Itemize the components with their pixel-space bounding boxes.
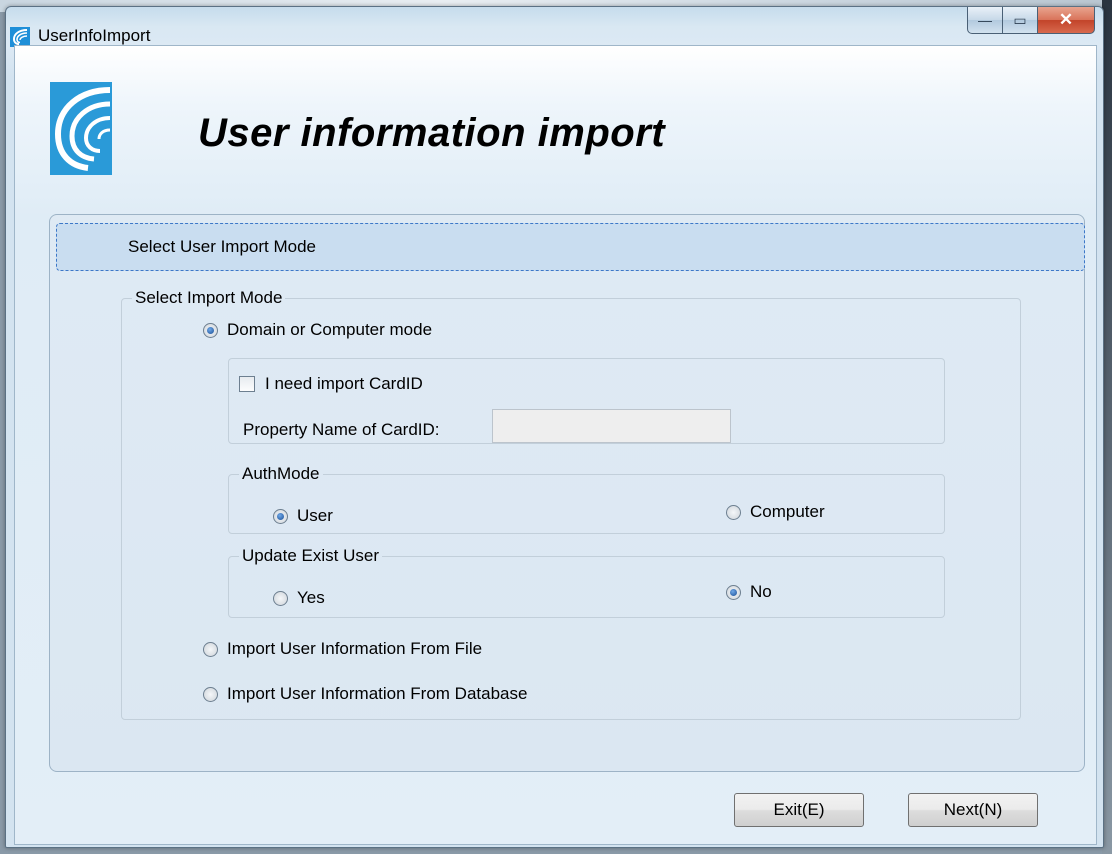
minimize-icon: — [978, 12, 992, 28]
authmode-legend: AuthMode [242, 464, 320, 483]
radio-unselected-icon [726, 504, 741, 520]
page-title: User information import [198, 111, 666, 155]
radio-unselected-icon [273, 590, 288, 606]
update-exist-user-legend: Update Exist User [242, 546, 379, 565]
radio-update-yes[interactable]: Yes [273, 588, 325, 608]
close-button[interactable]: ✕ [1038, 7, 1095, 34]
radio-label: Yes [297, 588, 325, 607]
cardid-property-input[interactable] [492, 409, 731, 443]
company-logo [50, 82, 112, 175]
app-logo-icon [10, 27, 30, 47]
update-exist-user-group: Update Exist User [228, 546, 945, 618]
radio-selected-icon [273, 508, 288, 524]
step-label: Select User Import Mode [128, 237, 317, 256]
radio-label: User [297, 506, 333, 525]
radio-label: Import User Information From File [227, 639, 483, 658]
radio-selected-icon [203, 322, 218, 338]
checkbox-label: I need import CardID [265, 374, 423, 393]
radio-label: Import User Information From Database [227, 684, 528, 703]
import-mode-legend: Select Import Mode [135, 288, 283, 307]
client-area: User information import Select User Impo… [14, 45, 1097, 845]
radio-update-no[interactable]: No [726, 582, 772, 602]
window-title: UserInfoImport [38, 26, 151, 45]
radio-label: Computer [750, 502, 825, 521]
radio-unselected-icon [203, 641, 218, 657]
radio-selected-icon [726, 584, 741, 600]
radio-label: No [750, 582, 772, 601]
radio-label: Domain or Computer mode [227, 320, 433, 339]
radio-auth-user[interactable]: User [273, 506, 333, 526]
step-header: Select User Import Mode [56, 223, 1085, 271]
close-icon: ✕ [1058, 10, 1074, 29]
authmode-group: AuthMode [228, 464, 945, 534]
caption-buttons: — ▭ ✕ [967, 7, 1095, 34]
next-button[interactable]: Next(N) [908, 793, 1038, 827]
radio-unselected-icon [203, 686, 218, 702]
checkbox-import-cardid[interactable]: I need import CardID [239, 374, 423, 394]
exit-button[interactable]: Exit(E) [734, 793, 864, 827]
radio-import-from-file[interactable]: Import User Information From File [203, 639, 482, 659]
app-window: UserInfoImport — ▭ ✕ User information im… [5, 6, 1104, 848]
radio-import-from-database[interactable]: Import User Information From Database [203, 684, 527, 704]
radio-domain-or-computer-mode[interactable]: Domain or Computer mode [203, 320, 432, 340]
radio-auth-computer[interactable]: Computer [726, 502, 825, 522]
minimize-button[interactable]: — [967, 7, 1003, 34]
maximize-icon: ▭ [1013, 11, 1027, 28]
checkbox-unchecked-icon [239, 376, 255, 392]
cardid-property-label: Property Name of CardID: [243, 420, 440, 439]
maximize-button[interactable]: ▭ [1003, 7, 1038, 34]
